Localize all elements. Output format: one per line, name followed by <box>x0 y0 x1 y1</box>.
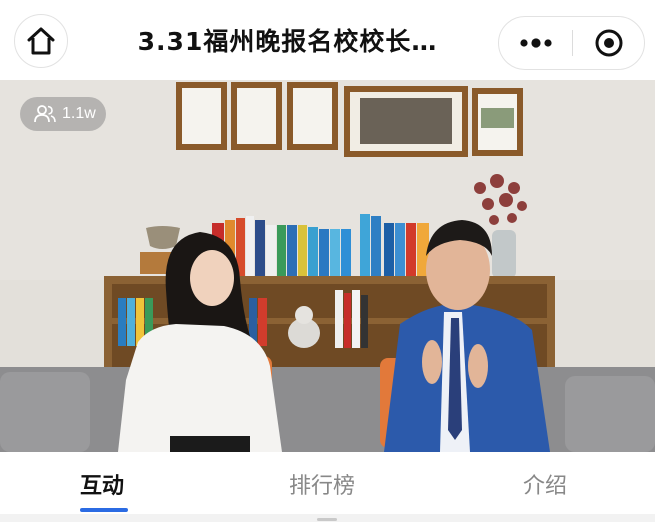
more-button[interactable] <box>499 17 572 69</box>
record-close-icon <box>595 29 623 57</box>
tab-intro[interactable]: 介绍 <box>523 468 567 500</box>
active-tab-indicator <box>80 508 128 512</box>
viewer-count: 1.1w <box>62 105 96 122</box>
home-button[interactable] <box>14 14 68 68</box>
close-button[interactable] <box>573 17 645 69</box>
viewers-icon <box>34 105 56 123</box>
live-video-player[interactable]: 1.1w <box>0 80 655 452</box>
sheet-handle[interactable] <box>317 518 337 521</box>
tab-ranking[interactable]: 排行榜 <box>289 468 355 500</box>
viewer-count-badge: 1.1w <box>20 97 106 131</box>
mini-program-capsule <box>498 16 645 70</box>
tab-bar: 互动 排行榜 介绍 <box>0 452 655 514</box>
tab-interaction[interactable]: 互动 <box>80 468 124 500</box>
more-dots-icon <box>519 38 552 48</box>
top-nav-bar: 3.31福州晚报名校校长… <box>0 0 655 80</box>
page-title: 3.31福州晚报名校校长… <box>137 27 438 56</box>
home-icon <box>27 27 55 55</box>
video-frame <box>0 80 655 452</box>
